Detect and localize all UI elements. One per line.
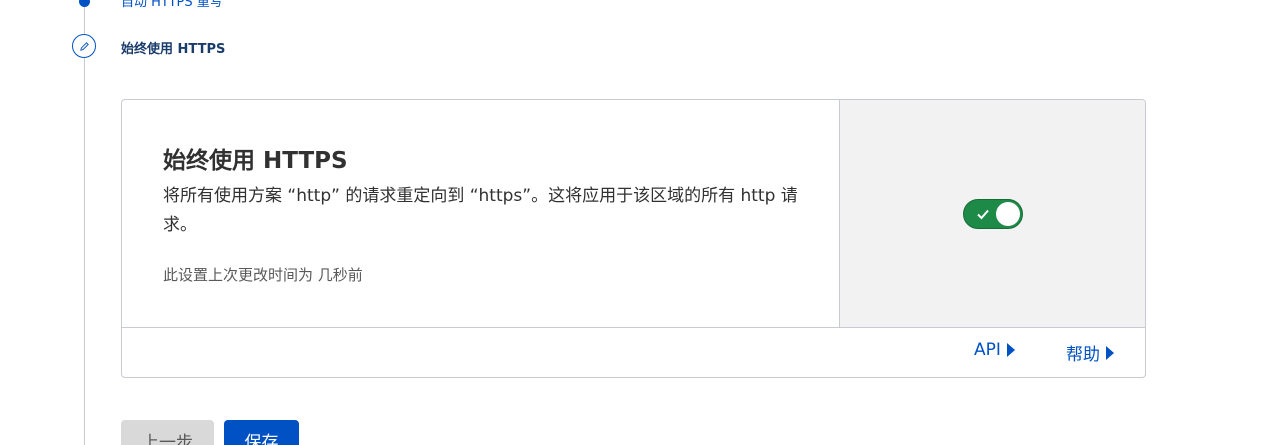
- help-link[interactable]: 帮助: [1066, 340, 1114, 365]
- pencil-icon: [79, 41, 89, 51]
- back-button[interactable]: 上一步: [121, 420, 214, 445]
- api-link-label: API: [974, 340, 1001, 360]
- toggle-knob: [996, 202, 1020, 226]
- step-current-indicator: [72, 34, 96, 58]
- help-link-label: 帮助: [1066, 345, 1100, 365]
- setup-wizard: 自动 HTTPS 重写 始终使用 HTTPS 始终使用 HTTPS 将所有使用方…: [0, 0, 1280, 445]
- step-completed-dot: [79, 0, 90, 7]
- caret-right-icon: [1006, 343, 1015, 357]
- setting-card: 始终使用 HTTPS 将所有使用方案 “http” 的请求重定向到 “https…: [121, 99, 1146, 378]
- api-link[interactable]: API: [974, 340, 1015, 360]
- setting-description: 将所有使用方案 “http” 的请求重定向到 “https”。这将应用于该区域的…: [163, 186, 798, 235]
- setting-card-footer: API 帮助: [122, 327, 1145, 377]
- save-button[interactable]: 保存: [224, 420, 299, 445]
- caret-right-icon: [1106, 345, 1114, 360]
- setting-control-panel: [840, 100, 1145, 327]
- setting-title: 始终使用 HTTPS: [163, 148, 348, 174]
- step-current-label: 始终使用 HTTPS: [121, 42, 226, 57]
- step-previous-label[interactable]: 自动 HTTPS 重写: [121, 0, 223, 10]
- setting-card-body: 始终使用 HTTPS 将所有使用方案 “http” 的请求重定向到 “https…: [122, 100, 840, 327]
- always-https-toggle[interactable]: [963, 199, 1023, 229]
- timeline-line: [84, 0, 85, 445]
- setting-last-modified: 此设置上次更改时间为 几秒前: [163, 266, 363, 284]
- checkmark-icon: [977, 209, 989, 220]
